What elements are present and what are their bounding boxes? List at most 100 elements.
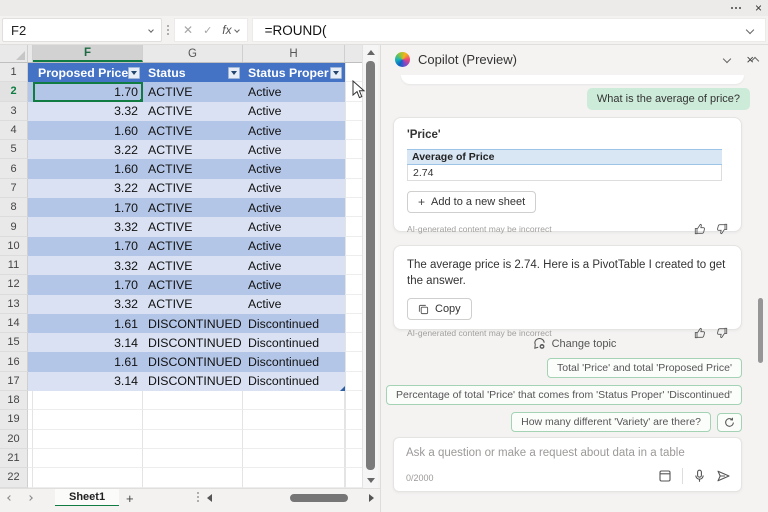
row-number[interactable]: 6: [0, 159, 28, 178]
cell-f8[interactable]: 1.70: [33, 198, 143, 217]
send-icon[interactable]: [716, 469, 731, 483]
formula-input[interactable]: =ROUND(: [252, 18, 766, 42]
cell-g13[interactable]: ACTIVE: [143, 295, 243, 314]
empty-cell[interactable]: [345, 179, 362, 198]
cell-g3[interactable]: ACTIVE: [143, 102, 243, 121]
row-number[interactable]: 13: [0, 295, 28, 314]
cell-f15[interactable]: 3.14: [33, 333, 143, 352]
row-number[interactable]: 21: [0, 449, 28, 468]
cell-g6[interactable]: ACTIVE: [143, 159, 243, 178]
empty-cell[interactable]: [345, 430, 362, 449]
sheet-tab-sheet1[interactable]: Sheet1: [55, 489, 119, 507]
empty-cell[interactable]: [345, 449, 362, 468]
cell-h2[interactable]: Active: [243, 82, 345, 101]
cell-g17[interactable]: DISCONTINUED: [143, 372, 243, 391]
row-number[interactable]: 4: [0, 121, 28, 140]
cell-h15[interactable]: Discontinued: [243, 333, 345, 352]
cell-f6[interactable]: 1.60: [33, 159, 143, 178]
table-header-cell[interactable]: Proposed Price: [33, 63, 143, 82]
row-number[interactable]: 2: [0, 82, 28, 101]
cell-g14[interactable]: DISCONTINUED: [143, 314, 243, 333]
cell-g9[interactable]: ACTIVE: [143, 217, 243, 236]
cell-h7[interactable]: Active: [243, 179, 345, 198]
expand-formula-bar-icon[interactable]: [746, 26, 754, 34]
panel-scrollbar[interactable]: [760, 75, 766, 492]
cell-g7[interactable]: ACTIVE: [143, 179, 243, 198]
microphone-icon[interactable]: [693, 469, 706, 483]
cell-f17[interactable]: 3.14: [33, 372, 143, 391]
row-number[interactable]: 1: [0, 63, 28, 82]
cell-h11[interactable]: Active: [243, 256, 345, 275]
cell-f16[interactable]: 1.61: [33, 352, 143, 371]
select-all-corner[interactable]: [0, 45, 28, 62]
row-number[interactable]: 14: [0, 314, 28, 333]
row-number[interactable]: 15: [0, 333, 28, 352]
horizontal-scrollbar[interactable]: [205, 491, 376, 505]
cell-g12[interactable]: ACTIVE: [143, 275, 243, 294]
thumbs-down-icon[interactable]: [716, 223, 728, 235]
empty-cell[interactable]: [345, 352, 362, 371]
suggestion-pill[interactable]: Total 'Price' and total 'Proposed Price': [547, 358, 742, 378]
cell-g16[interactable]: DISCONTINUED: [143, 352, 243, 371]
vertical-scrollbar[interactable]: [362, 45, 378, 488]
cell-g8[interactable]: ACTIVE: [143, 198, 243, 217]
cell-f14[interactable]: 1.61: [33, 314, 143, 333]
cell-g5[interactable]: ACTIVE: [143, 140, 243, 159]
table-header-cell[interactable]: Status Proper: [243, 63, 345, 82]
cell-f10[interactable]: 1.70: [33, 237, 143, 256]
name-box-chevron-icon[interactable]: [148, 27, 154, 33]
formula-bar-handle[interactable]: [167, 16, 169, 44]
row-number[interactable]: 10: [0, 237, 28, 256]
refresh-suggestions-button[interactable]: [717, 413, 742, 432]
horizontal-scrollbar-thumb[interactable]: [290, 494, 348, 502]
cell-h19[interactable]: [243, 410, 345, 429]
cell-f3[interactable]: 3.32: [33, 102, 143, 121]
empty-cell[interactable]: [345, 314, 362, 333]
row-number[interactable]: 19: [0, 410, 28, 429]
thumbs-up-icon[interactable]: [694, 223, 706, 235]
cell-f11[interactable]: 3.32: [33, 256, 143, 275]
cell-g18[interactable]: [143, 391, 243, 410]
prev-sheet-icon[interactable]: [7, 495, 13, 501]
cell-g21[interactable]: [143, 449, 243, 468]
empty-cell[interactable]: [345, 121, 362, 140]
cell-g22[interactable]: [143, 468, 243, 487]
scroll-left-icon[interactable]: [207, 494, 212, 502]
row-number[interactable]: 8: [0, 198, 28, 217]
empty-cell[interactable]: [345, 237, 362, 256]
panel-scrollbar-thumb[interactable]: [758, 298, 763, 363]
cell-g20[interactable]: [143, 430, 243, 449]
row-number[interactable]: 12: [0, 275, 28, 294]
cell-h17[interactable]: Discontinued: [243, 372, 345, 391]
empty-cell[interactable]: [345, 295, 362, 314]
empty-cell[interactable]: [345, 372, 362, 391]
copy-button[interactable]: Copy: [407, 298, 472, 320]
row-number[interactable]: 3: [0, 102, 28, 121]
scroll-up-icon[interactable]: [367, 50, 375, 55]
cell-f2[interactable]: 1.70: [33, 82, 143, 101]
cancel-entry-icon[interactable]: ✕: [183, 23, 193, 37]
cell-f22[interactable]: [33, 468, 143, 487]
filter-icon[interactable]: [228, 67, 240, 79]
cell-f4[interactable]: 1.60: [33, 121, 143, 140]
cell-g19[interactable]: [143, 410, 243, 429]
cell-h8[interactable]: Active: [243, 198, 345, 217]
suggestion-pill[interactable]: Percentage of total 'Price' that comes f…: [386, 385, 742, 405]
cell-g10[interactable]: ACTIVE: [143, 237, 243, 256]
cell-g11[interactable]: ACTIVE: [143, 256, 243, 275]
cell-h12[interactable]: Active: [243, 275, 345, 294]
cell-g2[interactable]: ACTIVE: [143, 82, 243, 101]
empty-cell[interactable]: [345, 391, 362, 410]
column-header-h[interactable]: H: [243, 45, 345, 62]
cell-h9[interactable]: Active: [243, 217, 345, 236]
cell-h10[interactable]: Active: [243, 237, 345, 256]
row-number[interactable]: 7: [0, 179, 28, 198]
cell-h13[interactable]: Active: [243, 295, 345, 314]
cell-f13[interactable]: 3.32: [33, 295, 143, 314]
row-number[interactable]: 11: [0, 256, 28, 275]
row-number[interactable]: 18: [0, 391, 28, 410]
cell-h4[interactable]: Active: [243, 121, 345, 140]
row-number[interactable]: 20: [0, 430, 28, 449]
row-number[interactable]: 17: [0, 372, 28, 391]
row-number[interactable]: 22: [0, 468, 28, 487]
